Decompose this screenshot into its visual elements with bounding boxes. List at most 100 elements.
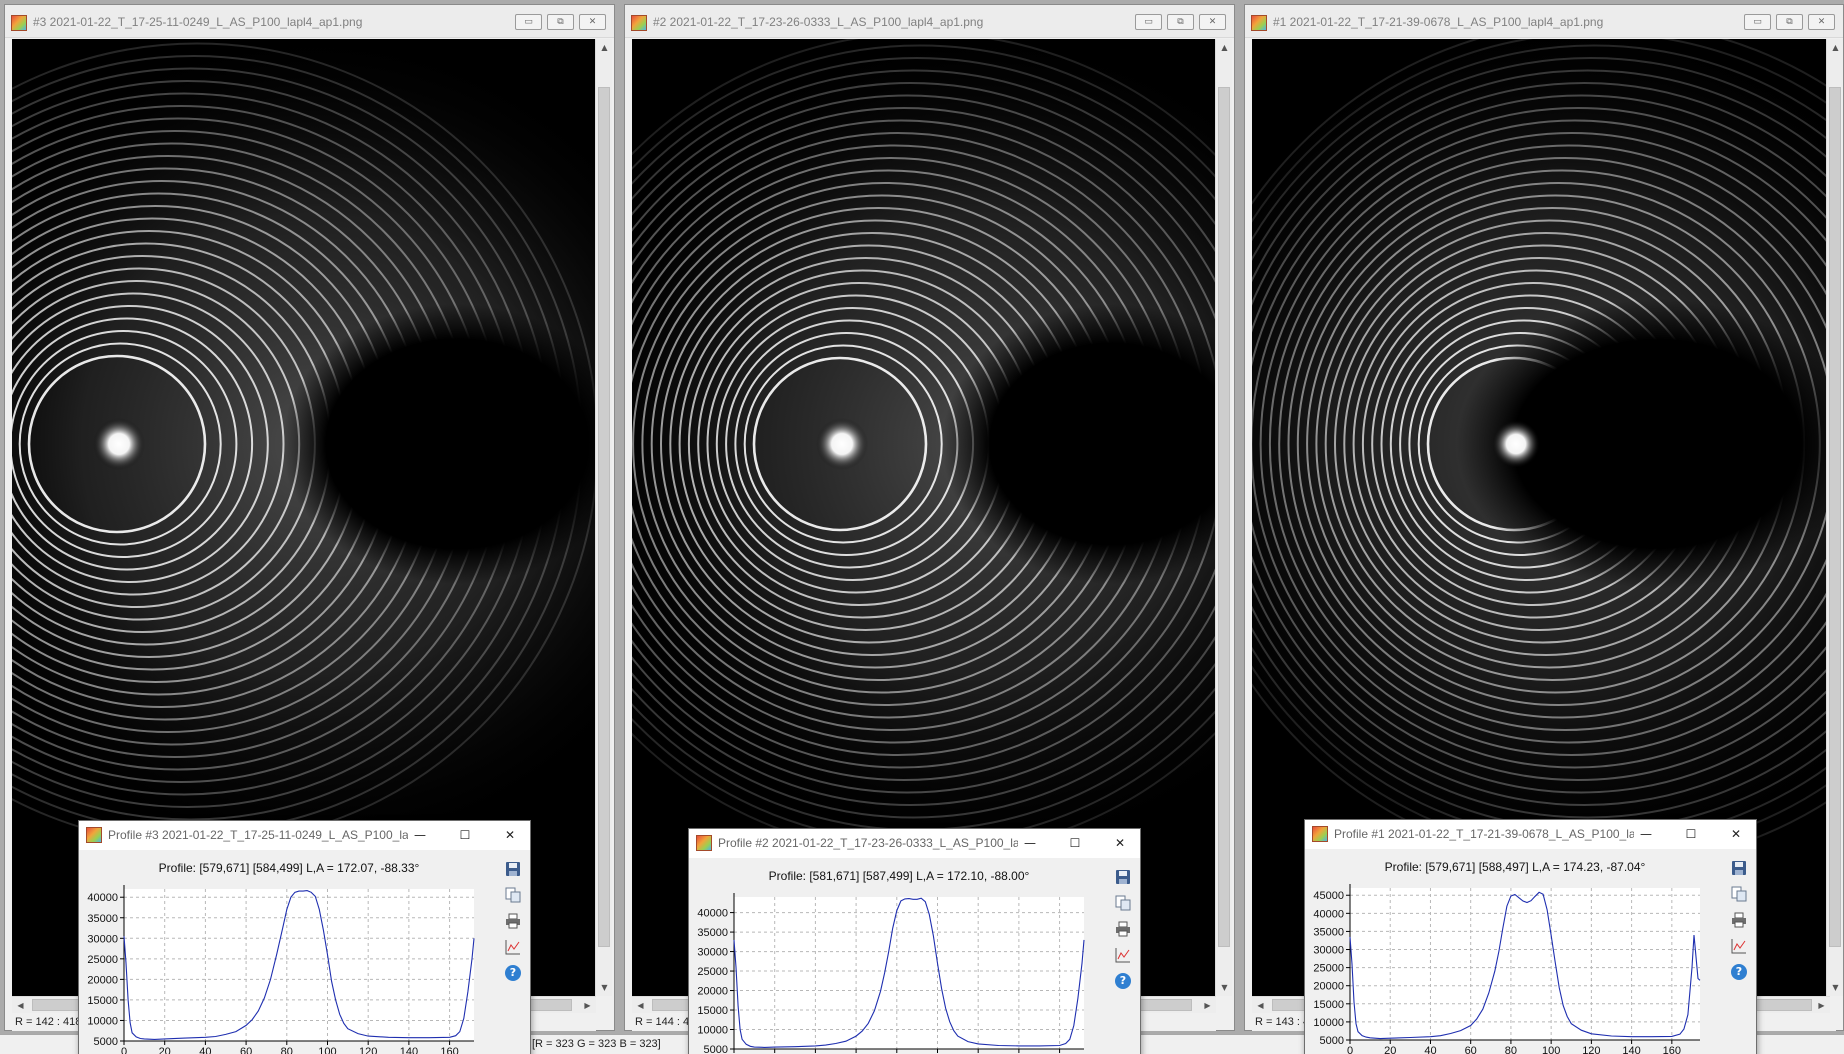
print-icon[interactable] [1114, 920, 1132, 938]
save-icon[interactable] [1114, 868, 1132, 886]
profile-window-title: Profile #2 2021-01-22_T_17-23-26-0333_L_… [718, 836, 1018, 850]
restore-button[interactable]: ⧉ [547, 14, 574, 30]
profile-toolbar: ? [504, 860, 524, 982]
print-icon[interactable] [1730, 911, 1748, 929]
copy-icon[interactable] [504, 886, 522, 904]
vertical-scrollbar[interactable]: ▲ ▼ [1826, 39, 1843, 996]
minimize-button[interactable]: ▭ [1744, 14, 1771, 30]
copy-icon[interactable] [1730, 885, 1748, 903]
help-icon[interactable]: ? [504, 964, 522, 982]
y-tick-label: 25000 [1313, 963, 1344, 975]
y-tick-label: 15000 [697, 1005, 728, 1017]
minimize-button[interactable]: — [1631, 823, 1661, 845]
minimize-button[interactable]: ▭ [515, 14, 542, 30]
scroll-left-arrow-icon[interactable]: ◀ [12, 997, 29, 1014]
close-button[interactable]: ✕ [1199, 14, 1226, 30]
minimize-button[interactable]: ▭ [1135, 14, 1162, 30]
vertical-scroll-thumb[interactable] [598, 87, 610, 947]
y-tick-label: 30000 [87, 933, 118, 945]
chart-icon[interactable] [504, 938, 522, 956]
scroll-up-arrow-icon[interactable]: ▲ [1827, 39, 1844, 56]
profile-window-3[interactable]: Profile #3 2021-01-22_T_17-25-11-0249_L_… [78, 820, 531, 1054]
image-window-title: #2 2021-01-22_T_17-23-26-0333_L_AS_P100_… [653, 15, 984, 29]
y-tick-label: 40000 [87, 892, 118, 904]
profile-body: Profile: [581,671] [587,499] L,A = 172.1… [689, 858, 1140, 1054]
vertical-scroll-thumb[interactable] [1218, 87, 1230, 947]
chart-icon[interactable] [1114, 946, 1132, 964]
y-tick-label: 5000 [94, 1036, 118, 1048]
profile-window-2[interactable]: Profile #2 2021-01-22_T_17-23-26-0333_L_… [688, 828, 1141, 1054]
x-tick-label: 100 [1542, 1045, 1560, 1054]
image-window-title: #1 2021-01-22_T_17-21-39-0678_L_AS_P100_… [1273, 15, 1604, 29]
profile-window-titlebar[interactable]: Profile #1 2021-01-22_T_17-21-39-0678_L_… [1305, 820, 1756, 849]
scroll-right-arrow-icon[interactable]: ▶ [1813, 997, 1830, 1014]
image-window-title: #3 2021-01-22_T_17-25-11-0249_L_AS_P100_… [33, 15, 363, 29]
scroll-left-arrow-icon[interactable]: ◀ [632, 997, 649, 1014]
image-window-titlebar[interactable]: #3 2021-01-22_T_17-25-11-0249_L_AS_P100_… [5, 5, 614, 38]
image-window-titlebar[interactable]: #2 2021-01-22_T_17-23-26-0333_L_AS_P100_… [625, 5, 1234, 38]
print-icon[interactable] [504, 912, 522, 930]
profile-window-titlebar[interactable]: Profile #2 2021-01-22_T_17-23-26-0333_L_… [689, 829, 1140, 858]
close-button[interactable]: ✕ [1721, 823, 1751, 845]
y-tick-label: 40000 [1313, 908, 1344, 920]
profile-chart[interactable]: 0204060801001201401605000100001500020000… [79, 850, 504, 1054]
scroll-down-arrow-icon[interactable]: ▼ [1827, 979, 1844, 996]
y-tick-label: 20000 [697, 986, 728, 998]
save-icon[interactable] [1730, 859, 1748, 877]
x-tick-label: 140 [1622, 1045, 1640, 1054]
close-button[interactable]: ✕ [1808, 14, 1835, 30]
app-icon [1312, 826, 1328, 842]
x-tick-label: 80 [281, 1046, 293, 1054]
profile-window-1[interactable]: Profile #1 2021-01-22_T_17-21-39-0678_L_… [1304, 819, 1757, 1054]
y-tick-label: 45000 [1313, 890, 1344, 902]
y-tick-label: 5000 [704, 1044, 728, 1054]
y-tick-label: 30000 [697, 947, 728, 959]
x-tick-label: 60 [1465, 1045, 1477, 1054]
image-window-titlebar[interactable]: #1 2021-01-22_T_17-21-39-0678_L_AS_P100_… [1245, 5, 1843, 38]
profile-body: Profile: [579,671] [588,497] L,A = 174.2… [1305, 849, 1756, 1054]
x-tick-label: 160 [440, 1046, 458, 1054]
profile-window-title: Profile #3 2021-01-22_T_17-25-11-0249_L_… [108, 828, 408, 842]
scroll-up-arrow-icon[interactable]: ▲ [1216, 39, 1233, 56]
vertical-scroll-thumb[interactable] [1829, 87, 1841, 947]
scroll-down-arrow-icon[interactable]: ▼ [1216, 979, 1233, 996]
profile-window-titlebar[interactable]: Profile #3 2021-01-22_T_17-25-11-0249_L_… [79, 821, 530, 850]
close-button[interactable]: ✕ [495, 824, 525, 846]
x-tick-label: 40 [199, 1046, 211, 1054]
close-button[interactable]: ✕ [1105, 832, 1135, 854]
vertical-scrollbar[interactable]: ▲ ▼ [1215, 39, 1232, 996]
scroll-down-arrow-icon[interactable]: ▼ [596, 979, 613, 996]
minimize-button[interactable]: — [405, 824, 435, 846]
chart-icon[interactable] [1730, 937, 1748, 955]
maximize-button[interactable]: ☐ [1060, 832, 1090, 854]
y-tick-label: 30000 [1313, 945, 1344, 957]
profile-window-title: Profile #1 2021-01-22_T_17-21-39-0678_L_… [1334, 827, 1634, 841]
vertical-scrollbar[interactable]: ▲ ▼ [595, 39, 612, 996]
scroll-right-arrow-icon[interactable]: ▶ [1199, 997, 1216, 1014]
scroll-up-arrow-icon[interactable]: ▲ [596, 39, 613, 56]
copy-icon[interactable] [1114, 894, 1132, 912]
help-icon[interactable]: ? [1730, 963, 1748, 981]
x-tick-label: 120 [1582, 1045, 1600, 1054]
x-tick-label: 80 [1505, 1045, 1517, 1054]
close-button[interactable]: ✕ [579, 14, 606, 30]
x-tick-label: 20 [159, 1046, 171, 1054]
scroll-right-arrow-icon[interactable]: ▶ [579, 997, 596, 1014]
x-tick-label: 0 [121, 1046, 127, 1054]
profile-chart[interactable]: 0204060801001201401605000100001500020000… [1305, 849, 1730, 1054]
maximize-button[interactable]: ☐ [1676, 823, 1706, 845]
restore-button[interactable]: ⧉ [1776, 14, 1803, 30]
maximize-button[interactable]: ☐ [450, 824, 480, 846]
profile-chart[interactable]: 0204060801001201401605000100001500020000… [689, 858, 1114, 1054]
save-icon[interactable] [504, 860, 522, 878]
help-icon[interactable]: ? [1114, 972, 1132, 990]
y-tick-label: 35000 [87, 913, 118, 925]
scroll-left-arrow-icon[interactable]: ◀ [1252, 997, 1269, 1014]
y-tick-label: 15000 [1313, 999, 1344, 1011]
help-glyph: ? [1115, 973, 1131, 989]
profile-body: Profile: [579,671] [584,499] L,A = 172.0… [79, 850, 530, 1054]
restore-button[interactable]: ⧉ [1167, 14, 1194, 30]
y-tick-label: 15000 [87, 995, 118, 1007]
minimize-button[interactable]: — [1015, 832, 1045, 854]
y-tick-label: 10000 [697, 1025, 728, 1037]
